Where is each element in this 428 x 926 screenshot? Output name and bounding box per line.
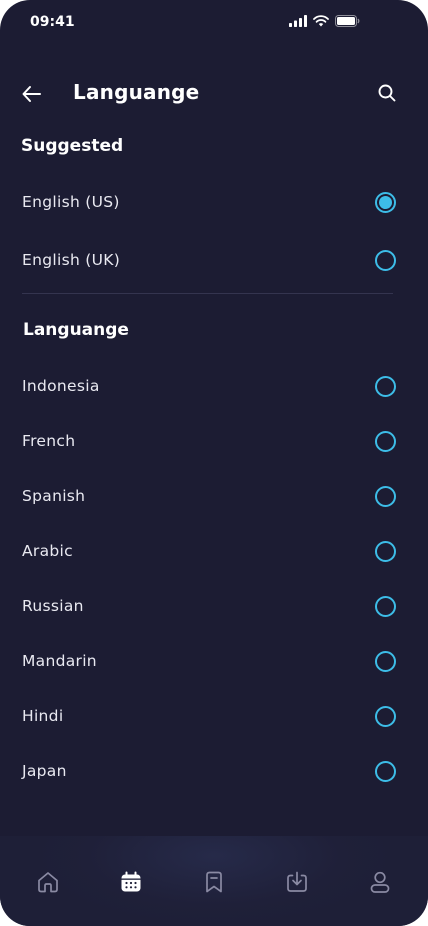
radio-button[interactable] xyxy=(375,760,396,782)
language-option[interactable]: English (US) xyxy=(22,182,396,222)
language-option-label: Mandarin xyxy=(22,652,97,670)
back-button[interactable] xyxy=(20,82,44,106)
language-option-label: Arabic xyxy=(22,542,73,560)
page-title: Languange xyxy=(73,80,200,104)
status-icons xyxy=(289,15,360,27)
language-option[interactable]: French xyxy=(22,421,396,461)
language-option[interactable]: Mandarin xyxy=(22,641,396,681)
language-option-label: English (UK) xyxy=(22,251,121,269)
nav-home[interactable] xyxy=(35,869,61,895)
language-option-label: English (US) xyxy=(22,193,120,211)
language-option[interactable]: Russian xyxy=(22,586,396,626)
radio-button[interactable] xyxy=(375,650,396,672)
download-icon xyxy=(287,871,307,892)
bookmark-icon xyxy=(206,871,222,893)
language-option-label: Russian xyxy=(22,597,84,615)
radio-button[interactable] xyxy=(375,485,396,507)
arrow-left-icon xyxy=(22,86,41,102)
nav-download[interactable] xyxy=(284,869,310,895)
radio-button[interactable] xyxy=(375,540,396,562)
suggested-section-title: Suggested xyxy=(21,136,124,156)
radio-button[interactable] xyxy=(375,375,396,397)
radio-button[interactable] xyxy=(375,595,396,617)
bottom-navigation xyxy=(0,836,428,926)
signal-icon xyxy=(289,15,307,27)
status-bar: 09:41 xyxy=(0,0,428,46)
radio-button[interactable] xyxy=(375,249,396,271)
home-icon xyxy=(38,872,58,893)
profile-icon xyxy=(370,871,390,893)
language-option[interactable]: Arabic xyxy=(22,531,396,571)
language-option-label: Indonesia xyxy=(22,377,100,395)
nav-calendar[interactable] xyxy=(118,869,144,895)
search-icon xyxy=(378,84,396,102)
section-divider xyxy=(22,293,393,294)
language-option[interactable]: Japan xyxy=(22,751,396,791)
language-option-label: Japan xyxy=(22,762,67,780)
language-option[interactable]: Spanish xyxy=(22,476,396,516)
nav-bookmark[interactable] xyxy=(201,869,227,895)
nav-profile[interactable] xyxy=(367,869,393,895)
battery-icon xyxy=(335,15,360,27)
language-section-title: Languange xyxy=(23,320,129,340)
language-option-label: French xyxy=(22,432,76,450)
language-option[interactable]: Indonesia xyxy=(22,366,396,406)
radio-button-selected[interactable] xyxy=(375,191,396,213)
search-button[interactable] xyxy=(377,83,397,103)
language-option[interactable]: Hindi xyxy=(22,696,396,736)
app-header: Languange xyxy=(0,72,428,114)
status-time: 09:41 xyxy=(30,14,75,30)
calendar-icon xyxy=(121,871,141,892)
language-option-label: Spanish xyxy=(22,487,86,505)
radio-button[interactable] xyxy=(375,705,396,727)
radio-button[interactable] xyxy=(375,430,396,452)
language-option[interactable]: English (UK) xyxy=(22,240,396,280)
language-option-label: Hindi xyxy=(22,707,64,725)
phone-screen: 09:41 Languange Suggested English (US) E… xyxy=(0,0,428,926)
wifi-icon xyxy=(313,15,329,27)
